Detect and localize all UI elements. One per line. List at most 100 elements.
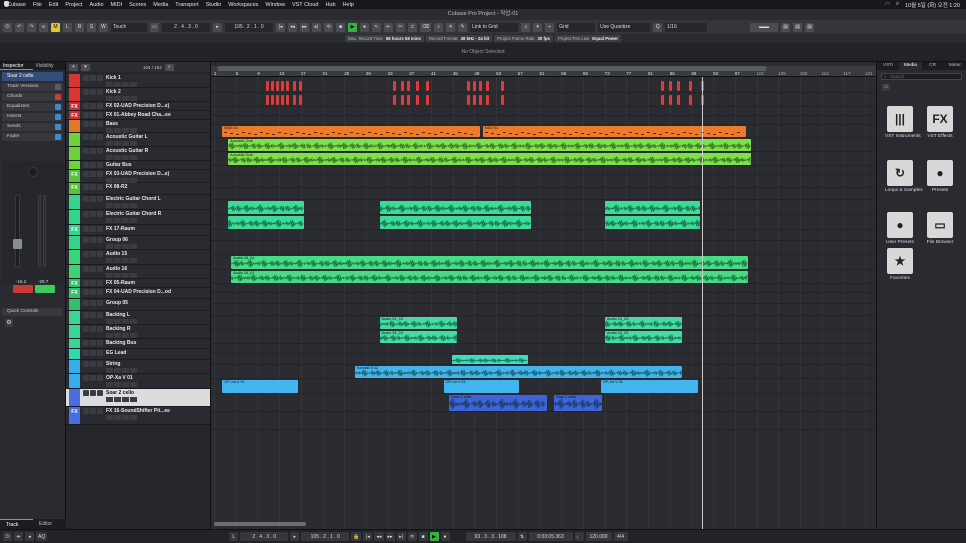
solo-button[interactable] xyxy=(90,237,96,243)
record-enable-button[interactable] xyxy=(97,226,103,232)
horizontal-scrollbar[interactable] xyxy=(214,522,306,526)
menu-workspaces[interactable]: Workspaces xyxy=(228,2,258,8)
track-name[interactable]: FX 08-R2 xyxy=(106,184,127,190)
kick-event[interactable] xyxy=(677,81,680,91)
kick-event[interactable] xyxy=(276,95,279,105)
track-buttons[interactable] xyxy=(83,251,103,257)
record-enable-button[interactable] xyxy=(97,350,103,356)
read-button[interactable] xyxy=(106,382,113,387)
record-enable-button[interactable] xyxy=(97,361,103,367)
solo-button[interactable] xyxy=(90,112,96,118)
section-quick-controls[interactable]: Quick Controls xyxy=(2,308,63,316)
kick-event[interactable] xyxy=(479,95,482,105)
t-forward[interactable]: ▸▸ xyxy=(385,532,395,541)
kick-event[interactable] xyxy=(416,81,419,91)
kick-event[interactable] xyxy=(479,81,482,91)
solo-button[interactable] xyxy=(90,266,96,272)
punch-icon[interactable]: ▸ xyxy=(213,22,222,32)
track-row[interactable]: FX FX 02-UAD Precision D...e) xyxy=(66,102,210,111)
locator-arrow-icon[interactable]: ▸ xyxy=(290,532,300,541)
track-name[interactable]: Soar 2 cello xyxy=(106,390,134,396)
mute-button[interactable] xyxy=(83,196,89,202)
track-color-strip[interactable] xyxy=(69,360,80,373)
track-buttons[interactable] xyxy=(83,266,103,272)
toggle-w[interactable]: W xyxy=(99,22,108,32)
read-button[interactable] xyxy=(106,203,113,208)
grid-type-select[interactable]: Grid xyxy=(557,22,596,32)
track-buttons[interactable] xyxy=(83,75,103,81)
kick-event[interactable] xyxy=(473,95,476,105)
track-controls[interactable] xyxy=(106,244,206,249)
track-lane[interactable] xyxy=(211,412,876,430)
mute-button[interactable] xyxy=(83,226,89,232)
mute-tool[interactable]: ✕ xyxy=(446,22,456,32)
menu-midi[interactable]: MIDI xyxy=(111,2,123,8)
track-lane[interactable] xyxy=(211,316,876,330)
mute-button[interactable] xyxy=(83,289,89,295)
forward-button[interactable]: ▸▸ xyxy=(300,22,310,32)
lanes-button[interactable] xyxy=(130,397,137,402)
kick-event[interactable] xyxy=(501,95,504,105)
kick-event[interactable] xyxy=(661,95,664,105)
quantize-icon[interactable]: Q xyxy=(653,22,663,32)
glue-tool[interactable]: ⊂ xyxy=(408,22,418,32)
kick-event[interactable] xyxy=(486,95,489,105)
mute-button[interactable] xyxy=(83,89,89,95)
track-color-strip[interactable] xyxy=(69,339,80,348)
kick-event[interactable] xyxy=(426,95,429,105)
mute-button[interactable] xyxy=(83,375,89,381)
play-button[interactable]: ▶ xyxy=(348,22,358,32)
track-name[interactable]: Electric Guitar Chord L xyxy=(106,196,161,202)
search-icon[interactable]: ⌕ xyxy=(896,1,899,8)
track-buttons[interactable] xyxy=(83,226,103,232)
tempo-display[interactable]: 120.000 xyxy=(585,532,612,541)
edit-button[interactable] xyxy=(122,273,129,278)
solo-button[interactable] xyxy=(90,75,96,81)
track-row[interactable]: FX FX 17-Raum xyxy=(66,225,210,236)
kick-event[interactable] xyxy=(407,81,410,91)
mute-button[interactable] xyxy=(83,408,89,414)
menu-audio[interactable]: Audio xyxy=(89,2,103,8)
constrain-button[interactable]: ∞ xyxy=(39,22,48,32)
record-enable-button[interactable] xyxy=(97,112,103,118)
edit-button[interactable] xyxy=(122,96,129,101)
kick-event[interactable] xyxy=(486,81,489,91)
track-lane[interactable] xyxy=(211,107,876,116)
left-locator-display[interactable]: 2 . 4 . 3 . 0 xyxy=(162,22,210,32)
record-button[interactable]: ● xyxy=(360,22,370,32)
track-row[interactable]: Guitar Bus xyxy=(66,161,210,170)
event-clip[interactable]: MIDI 01 xyxy=(222,126,480,137)
track-color-strip[interactable] xyxy=(69,389,80,406)
track-buttons[interactable] xyxy=(83,162,103,168)
record-enable-button[interactable] xyxy=(97,326,103,332)
cycle-button[interactable]: ⟲ xyxy=(324,22,334,32)
event-clip[interactable] xyxy=(228,201,304,214)
snap-zero-icon[interactable]: ⌁ xyxy=(545,22,555,32)
edit-button[interactable] xyxy=(122,333,129,338)
read-button[interactable] xyxy=(106,244,113,249)
read-button[interactable] xyxy=(106,82,113,87)
kick-event[interactable] xyxy=(281,95,284,105)
mute-button[interactable] xyxy=(83,162,89,168)
mute-button[interactable] xyxy=(83,134,89,140)
undo-button[interactable]: ↶ xyxy=(15,22,24,32)
menu-studio[interactable]: Studio xyxy=(206,2,222,8)
record-enable-button[interactable] xyxy=(97,408,103,414)
kick-event[interactable] xyxy=(393,95,396,105)
track-row[interactable]: FX FX 04-UAD Precision D...od xyxy=(66,288,210,299)
track-controls[interactable] xyxy=(106,382,206,387)
section-toggle-icon[interactable] xyxy=(55,124,61,130)
activate-project-button[interactable]: ⏻ xyxy=(3,22,12,32)
click-icon[interactable]: ♩ xyxy=(574,532,584,541)
lanes-button[interactable] xyxy=(130,96,137,101)
record-enable-button[interactable] xyxy=(97,184,103,190)
record-enable-button[interactable] xyxy=(97,266,103,272)
t-play[interactable]: ▶ xyxy=(429,532,439,541)
track-controls[interactable] xyxy=(106,96,206,101)
record-enable-button[interactable] xyxy=(97,251,103,257)
record-enable-button[interactable] xyxy=(97,375,103,381)
track-row[interactable]: Group 05 xyxy=(66,299,210,311)
kick-event[interactable] xyxy=(401,95,404,105)
lanes-button[interactable] xyxy=(130,218,137,223)
track-buttons[interactable] xyxy=(83,390,103,396)
